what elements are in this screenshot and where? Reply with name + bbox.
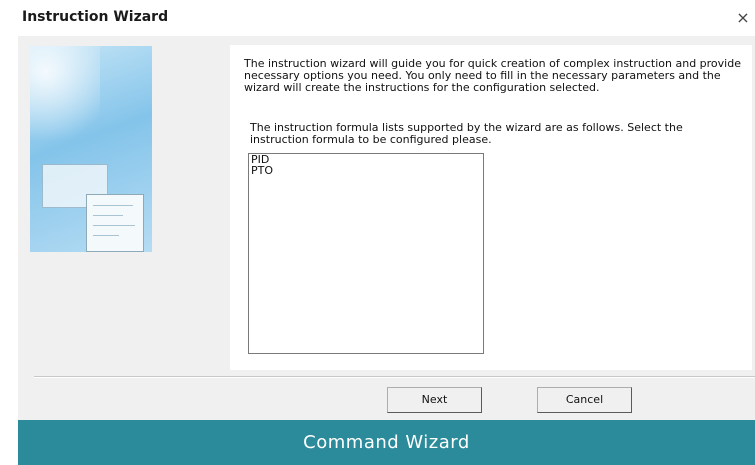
cancel-button[interactable]: Cancel [537, 387, 632, 413]
banner-screen-line [93, 225, 135, 226]
banner-screen-line [93, 215, 123, 216]
banner-screen-front [86, 194, 144, 252]
window-title: Instruction Wizard [22, 9, 169, 25]
list-item-pid[interactable]: PID [249, 154, 483, 165]
formula-listbox[interactable]: PID PTO [248, 153, 484, 354]
left-margin [0, 0, 18, 465]
caption-banner: Command Wizard [18, 420, 755, 465]
content-panel: The instruction wizard will guide you fo… [230, 45, 752, 370]
prompt-text: The instruction formula lists supported … [250, 121, 683, 146]
instruction-wizard-dialog: Instruction Wizard × The instruction wiz… [18, 0, 755, 420]
intro-text: The instruction wizard will guide you fo… [244, 57, 741, 94]
title-bar: Instruction Wizard × [18, 0, 755, 36]
button-separator-highlight [34, 377, 755, 378]
banner-screen-line [93, 205, 133, 206]
close-icon[interactable]: × [733, 8, 753, 28]
wizard-banner-image [30, 46, 152, 252]
banner-screen-line [93, 235, 119, 236]
next-button[interactable]: Next [387, 387, 482, 413]
banner-glow [30, 46, 100, 156]
list-item-pto[interactable]: PTO [249, 165, 483, 176]
